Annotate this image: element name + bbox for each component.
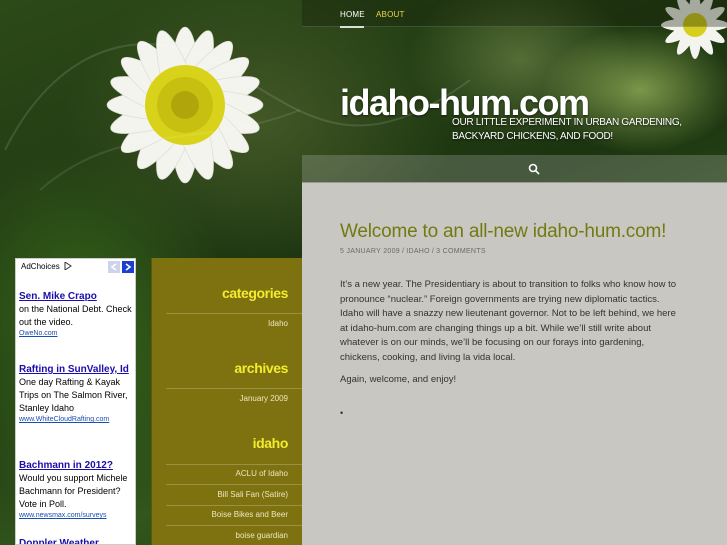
ad-text: on the National Debt. Check out the vide… xyxy=(19,304,132,327)
post-paragraph: It’s a new year. The Presidentiary is ab… xyxy=(340,279,677,363)
divider xyxy=(166,525,302,526)
post-paragraph: Again, welcome, and enjoy! xyxy=(340,374,457,385)
search-icon[interactable] xyxy=(528,163,540,175)
sidebar-item-january-2009[interactable]: January 2009 xyxy=(240,394,288,403)
ad-title-link[interactable]: Doppler Weather xyxy=(19,537,135,544)
ad-item: Sen. Mike Crapo on the National Debt. Ch… xyxy=(19,290,135,339)
ad-panel: AdChoices Sen. Mike Crapo on the Nationa… xyxy=(15,258,136,545)
sidebar-item-idaho-category[interactable]: Idaho xyxy=(268,319,288,328)
post-title[interactable]: Welcome to an all-new idaho-hum.com! xyxy=(340,221,666,243)
post-comments-link[interactable]: 3 Comments xyxy=(436,248,486,255)
adchoices-icon[interactable] xyxy=(64,262,72,270)
chevron-right-icon xyxy=(125,263,132,271)
list-bullet: • xyxy=(340,408,344,418)
ad-item: Rafting in SunValley, Id One day Rafting… xyxy=(19,363,135,425)
sidebar-item-boise-guardian[interactable]: boise guardian xyxy=(236,531,288,540)
ad-item: Bachmann in 2012? Would you support Mich… xyxy=(19,459,135,521)
divider xyxy=(166,388,302,389)
ad-title-link[interactable]: Rafting in SunValley, Id xyxy=(19,363,135,376)
ad-url-link[interactable]: www.newsmax.com/surveys xyxy=(19,511,135,521)
post-date: 5 January 2009 xyxy=(340,248,400,255)
ad-text: Would you support Michele Bachmann for P… xyxy=(19,473,128,509)
nav-about-link[interactable]: ABOUT xyxy=(376,10,405,19)
header-strip xyxy=(302,155,727,182)
post-category-link[interactable]: Idaho xyxy=(406,248,430,255)
ad-next-button[interactable] xyxy=(122,261,134,273)
main-content: Welcome to an all-new idaho-hum.com! 5 J… xyxy=(302,182,727,545)
ad-url-link[interactable]: OweNo.com xyxy=(19,329,135,339)
ad-url-link[interactable]: www.WhiteCloudRafting.com xyxy=(19,415,135,425)
sidebar: categories Idaho archives January 2009 i… xyxy=(151,258,302,545)
divider xyxy=(166,484,302,485)
nav-home-link[interactable]: HOME xyxy=(340,10,365,19)
sidebar-item-bill-sali[interactable]: Bill Sali Fan (Satire) xyxy=(217,490,288,499)
divider xyxy=(166,313,302,314)
chevron-left-icon xyxy=(110,263,117,271)
site-tagline: Our little experiment in urban gardening… xyxy=(452,117,682,142)
nav-active-indicator xyxy=(340,26,364,28)
post-meta: 5 January 2009/Idaho/3 Comments xyxy=(340,248,486,255)
idaho-heading: idaho xyxy=(252,435,289,451)
ad-text: One day Rafting & Kayak Trips on The Sal… xyxy=(19,377,128,413)
top-nav: HOME ABOUT xyxy=(302,0,727,28)
ad-prev-button[interactable] xyxy=(108,261,120,273)
sidebar-item-boise-bikes[interactable]: Boise Bikes and Beer xyxy=(212,510,289,519)
ad-title-link[interactable]: Bachmann in 2012? xyxy=(19,459,135,472)
categories-heading: categories xyxy=(221,285,288,301)
daisy-image xyxy=(106,26,264,184)
divider xyxy=(166,505,302,506)
ad-title-link[interactable]: Sen. Mike Crapo xyxy=(19,290,135,303)
ad-item: Doppler Weather xyxy=(19,537,135,544)
post-body: It’s a new year. The Presidentiary is ab… xyxy=(340,278,680,396)
archives-heading: archives xyxy=(234,360,288,376)
sidebar-item-aclu-idaho[interactable]: ACLU of Idaho xyxy=(236,469,288,478)
divider xyxy=(166,464,302,465)
adchoices-label[interactable]: AdChoices xyxy=(21,262,60,271)
